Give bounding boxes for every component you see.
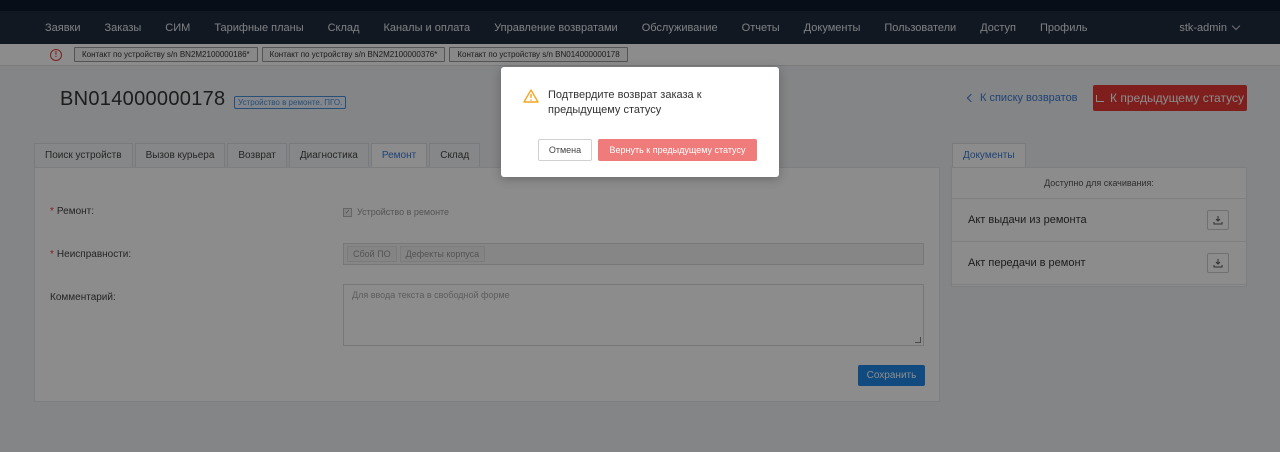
cancel-button[interactable]: Отмена [538, 139, 592, 161]
confirm-dialog: Подтвердите возврат заказа к предыдущему… [501, 67, 779, 177]
dialog-message: Подтвердите возврат заказа к предыдущему… [548, 89, 702, 116]
warning-icon [523, 89, 539, 106]
confirm-return-button[interactable]: Вернуть к предыдущему статусу [598, 139, 757, 161]
